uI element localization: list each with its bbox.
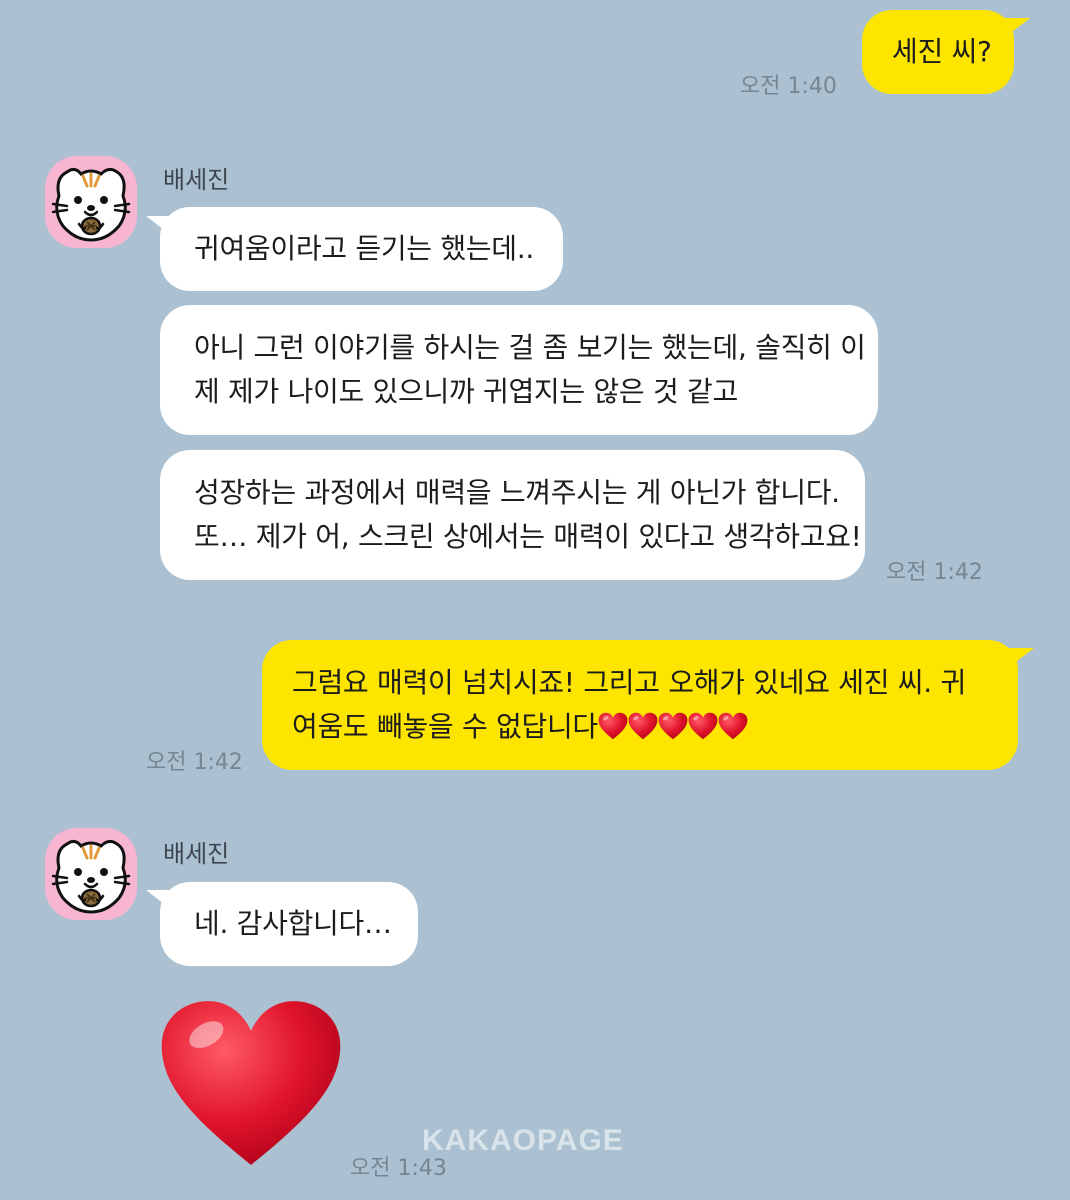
message-time: 오전 1:42 <box>886 560 983 585</box>
message-text-line: 아니 그런 이야기를 하시는 걸 좀 보기는 했는데, 솔직히 이 <box>194 331 866 364</box>
message-text-line: 또… 제가 어, 스크린 상에서는 매력이 있다고 생각하고요! <box>194 520 862 553</box>
heart-icon <box>688 712 718 740</box>
sender-name: 배세진 <box>163 840 230 868</box>
message-text: 귀여움이라고 듣기는 했는데.. <box>194 232 534 265</box>
watermark: KAKAOPAGE <box>422 1124 624 1157</box>
red-heart-icon <box>158 992 344 1174</box>
heart-icon <box>598 712 628 740</box>
bubble-tail <box>1004 18 1030 38</box>
avatar[interactable] <box>45 156 137 248</box>
hamster-avatar-icon <box>45 828 137 920</box>
their-bubble[interactable]: 귀여움이라고 듣기는 했는데.. <box>160 207 563 291</box>
heart-emoji-message[interactable] <box>158 992 344 1178</box>
sender-name: 배세진 <box>163 166 230 194</box>
message-text-line: 그럼요 매력이 넘치시죠! 그리고 오해가 있네요 세진 씨. 귀 <box>292 666 966 699</box>
heart-icon <box>718 712 748 740</box>
my-bubble[interactable]: 세진 씨? <box>862 10 1014 94</box>
my-bubble[interactable]: 그럼요 매력이 넘치시죠! 그리고 오해가 있네요 세진 씨. 귀 여움도 빼놓… <box>262 640 1018 770</box>
message-text-line: 제 제가 나이도 있으니까 귀엽지는 않은 것 같고 <box>194 375 738 408</box>
message-text: 세진 씨? <box>892 35 992 68</box>
avatar[interactable] <box>45 828 137 920</box>
message-text-line: 성장하는 과정에서 매력을 느껴주시는 게 아닌가 합니다. <box>194 476 840 509</box>
heart-icon <box>628 712 658 740</box>
message-time: 오전 1:42 <box>146 750 243 775</box>
their-bubble[interactable]: 성장하는 과정에서 매력을 느껴주시는 게 아닌가 합니다. 또… 제가 어, … <box>160 450 865 580</box>
message-time: 오전 1:40 <box>740 74 837 99</box>
message-text: 여움도 빼놓을 수 없답니다 <box>292 710 598 743</box>
message-text: 네. 감사합니다… <box>194 907 392 940</box>
their-bubble[interactable]: 네. 감사합니다… <box>160 882 418 966</box>
heart-icon <box>658 712 688 740</box>
bubble-tail <box>1008 648 1034 668</box>
message-text-line-2: 여움도 빼놓을 수 없답니다 <box>292 706 748 752</box>
hearts-emoji-row <box>598 710 748 752</box>
hamster-avatar-icon <box>45 156 137 248</box>
their-bubble[interactable]: 아니 그런 이야기를 하시는 걸 좀 보기는 했는데, 솔직히 이 제 제가 나… <box>160 305 878 435</box>
